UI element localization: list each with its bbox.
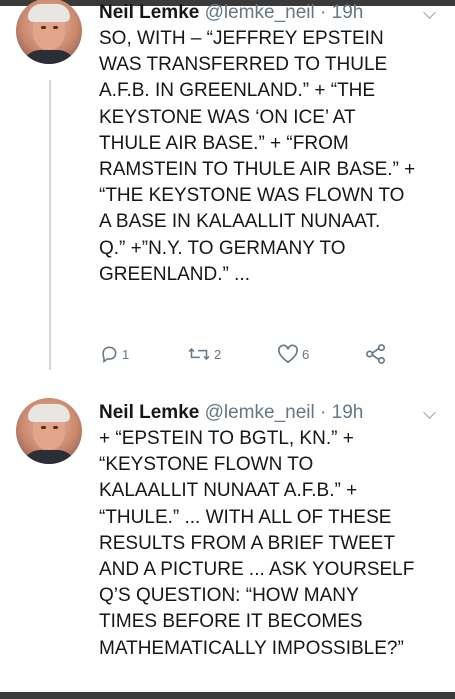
reply-count: 1 [122, 346, 130, 362]
separator: · [320, 402, 327, 423]
tweet-text-line: MATHEMATICALLY IMPOSSIBLE?” [99, 637, 404, 659]
avatar[interactable] [16, 0, 82, 64]
tweet-text-line: AND A PICTURE ... ASK YOURSELF [99, 559, 415, 581]
tweet-text-line: KEYSTONE WAS ‘ON ICE’ AT [99, 106, 356, 128]
author-name[interactable]: Neil Lemke [99, 402, 199, 423]
tweet-text-line: Q.” +”N.Y. TO GERMANY TO [99, 237, 346, 259]
timestamp[interactable]: 19h [332, 402, 364, 423]
retweet-button[interactable]: 2 [187, 344, 221, 364]
retweet-icon [188, 347, 210, 361]
like-count: 6 [302, 346, 310, 362]
tweet-text-line: TIMES BEFORE IT BECOMES [99, 611, 363, 633]
tweet-text-line: “THE KEYSTONE WAS FLOWN TO [99, 185, 405, 207]
tweet-text-line: A.F.B. IN GREENLAND.” + “THE [99, 80, 376, 102]
tweet-text-line: Q’S QUESTION: “HOW MANY [99, 585, 359, 607]
tweet-text-line: THULE AIR BASE.” + “FROM [99, 132, 349, 154]
tweet-text-line: KALAALLIT NUNAAT A.F.B.” + [99, 480, 358, 502]
reply-icon [102, 346, 117, 363]
avatar[interactable] [16, 398, 82, 464]
author-name[interactable]: Neil Lemke [99, 2, 199, 23]
tweet-header: Neil Lemke @lemke_neil · 19h [99, 402, 363, 424]
tweet-text-line: A BASE IN KALAALLIT NUNAAT. [99, 211, 381, 233]
tweet-text-line: RAMSTEIN TO THULE AIR BASE.” + [99, 159, 416, 181]
tweet-header: Neil Lemke @lemke_neil · 19h [99, 2, 363, 24]
separator: · [320, 2, 327, 23]
reply-button[interactable]: 1 [99, 344, 129, 364]
tweet-text: SO, WITH – “JEFFREY EPSTEIN WAS TRANSFER… [99, 26, 449, 288]
tweet-text-line: SO, WITH – “JEFFREY EPSTEIN [99, 28, 384, 49]
chevron-down-icon[interactable] [423, 406, 436, 419]
tweet-text-line: GREENLAND.” ... [99, 263, 250, 285]
share-button[interactable] [365, 344, 387, 364]
tweet-text-line: “THULE.” ... WITH ALL OF THESE [99, 506, 392, 528]
tweet-text-line: + “EPSTEIN TO BGTL, KN.” + [99, 428, 354, 449]
heart-icon [278, 344, 298, 364]
author-handle[interactable]: @lemke_neil [205, 402, 315, 423]
thread-connector-line [49, 80, 51, 370]
chevron-down-icon[interactable] [423, 6, 436, 19]
tweet-text-line: WAS TRANSFERRED TO THULE [99, 54, 388, 76]
share-icon [366, 344, 385, 364]
retweet-count: 2 [214, 346, 222, 362]
tweet-text-line: RESULTS FROM A BRIEF TWEET [99, 532, 395, 554]
tweet-text-line: “KEYSTONE FLOWN TO [99, 454, 314, 476]
bottom-bar [0, 692, 455, 699]
tweet-actions: 1 2 6 [99, 344, 399, 368]
author-handle[interactable]: @lemke_neil [205, 2, 315, 23]
like-button[interactable]: 6 [277, 344, 309, 364]
timestamp[interactable]: 19h [332, 2, 364, 23]
tweet-text: + “EPSTEIN TO BGTL, KN.” + “KEYSTONE FLO… [99, 426, 449, 662]
